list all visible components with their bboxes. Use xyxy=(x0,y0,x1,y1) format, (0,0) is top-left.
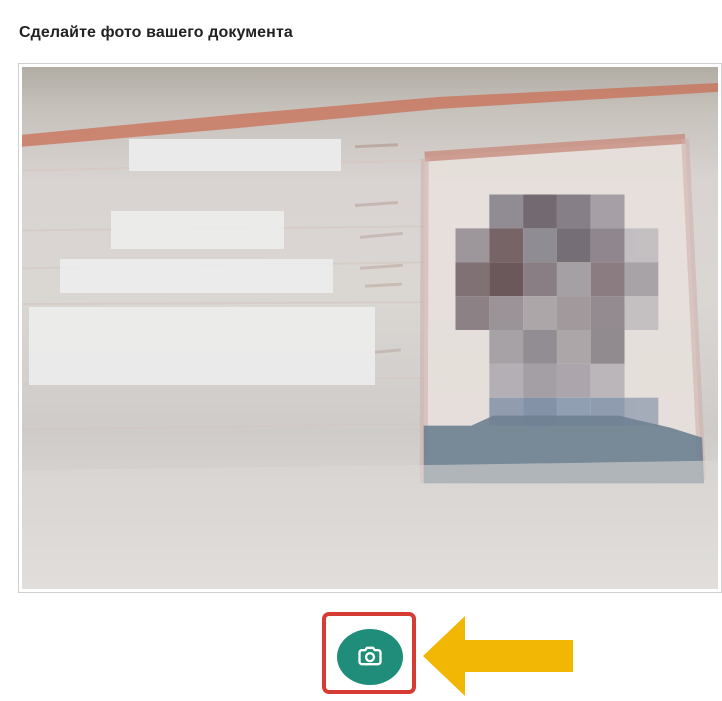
document-photo-page: Сделайте фото вашего документа xyxy=(0,0,722,701)
capture-controls xyxy=(0,600,722,701)
redaction-box xyxy=(60,259,333,293)
camera-viewer xyxy=(18,63,722,593)
camera-preview xyxy=(22,67,718,589)
page-title: Сделайте фото вашего документа xyxy=(19,24,293,41)
redaction-box xyxy=(129,139,341,171)
redaction-box xyxy=(111,211,284,249)
redaction-box xyxy=(29,307,375,385)
arrow-left-icon xyxy=(423,616,573,696)
capture-photo-button[interactable] xyxy=(337,629,403,685)
camera-icon xyxy=(356,642,384,673)
